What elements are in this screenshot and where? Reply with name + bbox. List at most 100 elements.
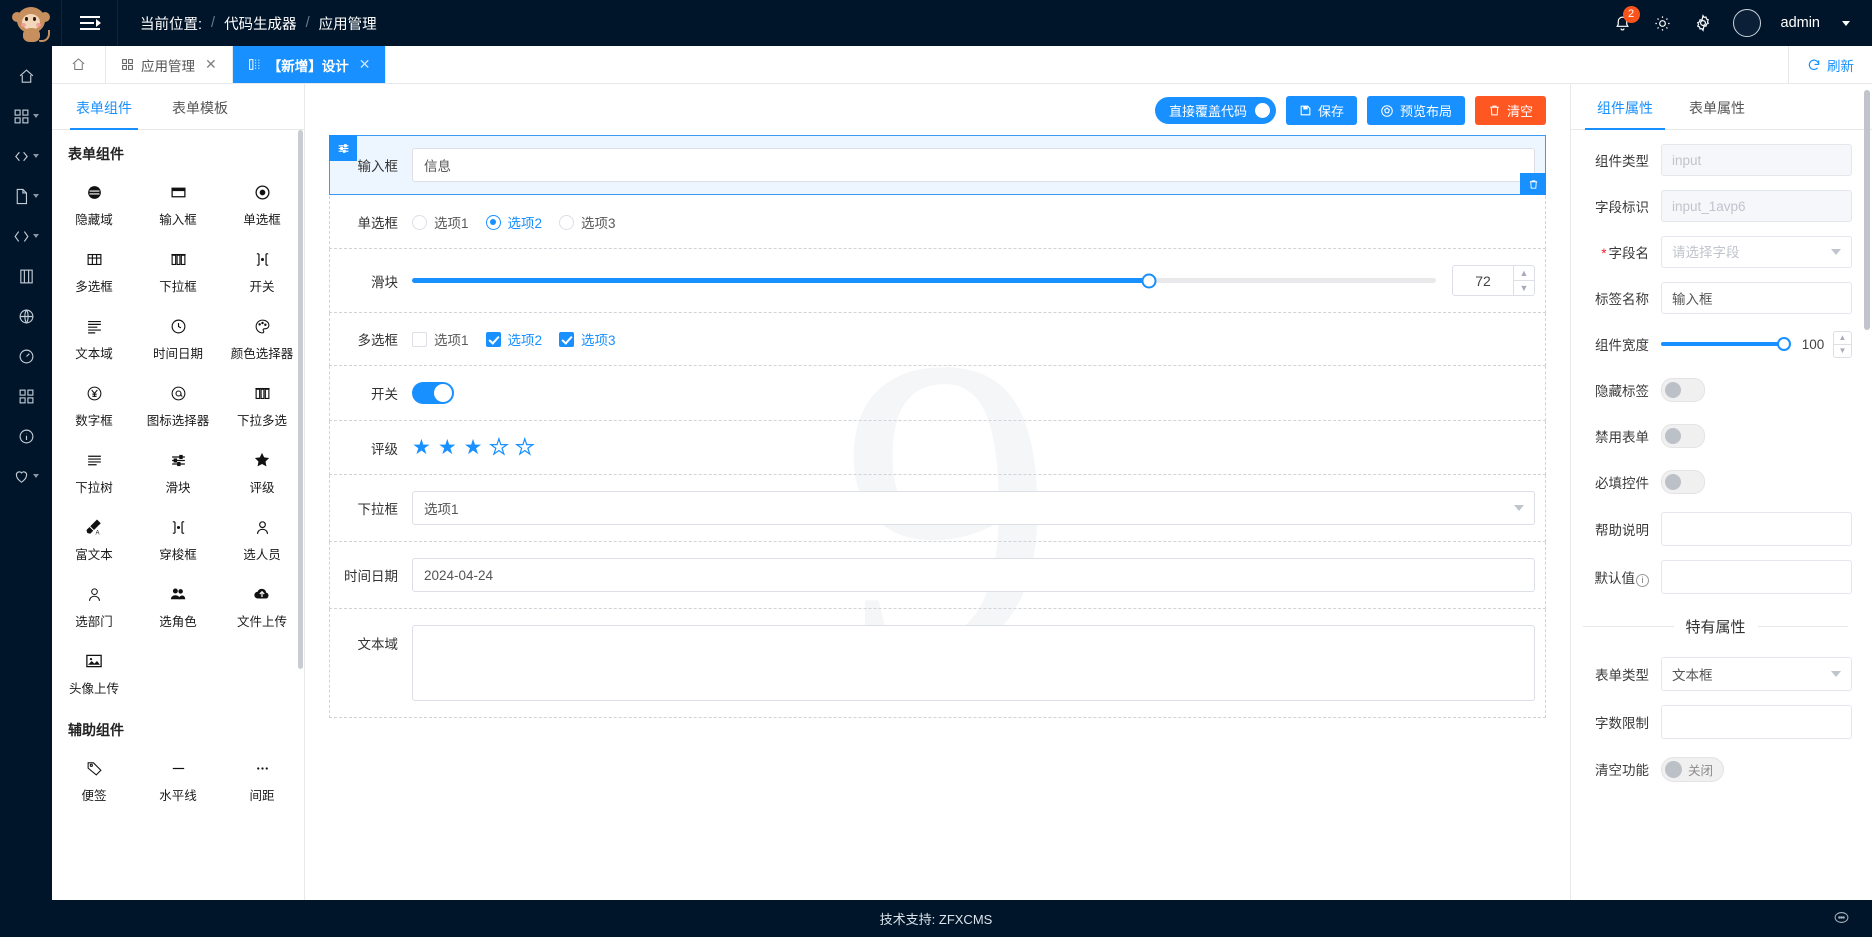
switch-toggle[interactable]: [412, 382, 454, 404]
radio-option-3[interactable]: 选项3: [559, 212, 616, 232]
delete-row-icon[interactable]: [1520, 173, 1546, 195]
refresh-button[interactable]: 刷新: [1788, 46, 1872, 83]
help-text-input[interactable]: [1661, 512, 1852, 546]
chevron-down-icon[interactable]: [1842, 20, 1850, 26]
sidebar-item-globe[interactable]: [0, 296, 52, 336]
width-slider[interactable]: [1661, 337, 1791, 351]
slider-knob[interactable]: [1141, 273, 1157, 288]
palette-item-note[interactable]: 便签: [52, 746, 136, 813]
palette-item-user-picker[interactable]: 选人员: [220, 505, 304, 572]
sidebar-item-dashboard[interactable]: [0, 336, 52, 376]
brightness-icon[interactable]: [1653, 13, 1673, 33]
disable-form-toggle[interactable]: [1661, 424, 1705, 448]
palette-item-datetime[interactable]: 时间日期: [136, 304, 220, 371]
label-name-input[interactable]: [1661, 282, 1852, 314]
tab-app-management[interactable]: 应用管理 ✕: [106, 46, 233, 83]
radio-option-2[interactable]: 选项2: [485, 212, 542, 232]
gear-icon[interactable]: [1693, 13, 1713, 33]
tab-form-components[interactable]: 表单组件: [70, 84, 138, 130]
star-icon[interactable]: ★: [515, 436, 535, 458]
radio-option-1[interactable]: 选项1: [412, 212, 469, 232]
palette-item-radio[interactable]: 单选框: [220, 170, 304, 237]
date-field[interactable]: [412, 558, 1535, 592]
palette-item-textarea[interactable]: 文本域: [52, 304, 136, 371]
sidebar-item-apps[interactable]: [0, 96, 52, 136]
tab-component-properties[interactable]: 组件属性: [1585, 84, 1665, 130]
star-icon[interactable]: ★: [412, 437, 431, 458]
form-row-input[interactable]: 输入框: [329, 135, 1546, 195]
form-row-slider[interactable]: 滑块 72 ▲ ▼: [329, 249, 1546, 313]
slider-stepper[interactable]: ▲ ▼: [1514, 265, 1535, 296]
palette-item-input[interactable]: 输入框: [136, 170, 220, 237]
tab-home-icon[interactable]: [52, 46, 106, 83]
width-value[interactable]: 100: [1793, 331, 1833, 358]
save-button[interactable]: 保存: [1285, 96, 1357, 125]
field-name-select[interactable]: [1661, 236, 1852, 268]
palette-item-multiselect[interactable]: 下拉多选: [220, 371, 304, 438]
menu-fold-icon[interactable]: [62, 0, 118, 46]
bell-icon[interactable]: 2: [1613, 6, 1640, 33]
width-stepper[interactable]: ▲ ▼: [1833, 330, 1852, 358]
star-icon[interactable]: ★: [438, 437, 457, 458]
rate-stars[interactable]: ★ ★ ★ ★ ★: [412, 436, 535, 458]
palette-item-checkbox[interactable]: 多选框: [52, 237, 136, 304]
tab-form-templates[interactable]: 表单模板: [166, 84, 234, 129]
clearable-toggle[interactable]: 关闭: [1661, 756, 1725, 782]
preview-layout-button[interactable]: 预览布局: [1366, 96, 1465, 125]
form-row-radio[interactable]: 单选框 选项1 选项2 选项3: [329, 196, 1546, 249]
palette-item-rate[interactable]: 评级: [220, 438, 304, 505]
slider-value-input[interactable]: 72: [1452, 265, 1514, 296]
form-row-textarea[interactable]: 文本域: [329, 609, 1546, 718]
sidebar-item-file[interactable]: [0, 176, 52, 216]
stepper-up-icon[interactable]: ▲: [1834, 332, 1851, 345]
palette-item-divider[interactable]: 水平线: [136, 746, 220, 813]
tab-close-icon[interactable]: ✕: [205, 56, 217, 73]
palette-item-color-picker[interactable]: 颜色选择器: [220, 304, 304, 371]
sidebar-item-grid[interactable]: [0, 376, 52, 416]
palette-item-icon-picker[interactable]: 图标选择器: [136, 371, 220, 438]
star-icon[interactable]: ★: [464, 437, 483, 458]
tab-new-design[interactable]: 【新增】设计 ✕: [232, 46, 387, 83]
palette-item-transfer[interactable]: 穿梭框: [136, 505, 220, 572]
form-type-select[interactable]: [1661, 657, 1852, 691]
palette-item-avatar-upload[interactable]: 头像上传: [52, 639, 136, 706]
select-field[interactable]: [412, 491, 1535, 525]
palette-item-switch[interactable]: 开关: [220, 237, 304, 304]
stepper-down-icon[interactable]: ▼: [1514, 281, 1534, 295]
palette-item-spacing[interactable]: 间距: [220, 746, 304, 813]
info-icon[interactable]: i: [1636, 573, 1649, 587]
required-toggle[interactable]: [1661, 470, 1705, 494]
stepper-down-icon[interactable]: ▼: [1834, 345, 1851, 357]
breadcrumb-item-0[interactable]: 代码生成器: [224, 13, 297, 34]
chat-icon[interactable]: [1833, 909, 1850, 929]
tab-form-properties[interactable]: 表单属性: [1685, 84, 1749, 129]
default-value-input[interactable]: [1661, 560, 1852, 594]
slider-track[interactable]: [412, 273, 1436, 288]
form-row-rate[interactable]: 评级 ★ ★ ★ ★ ★: [329, 421, 1546, 475]
palette-item-number[interactable]: 数字框: [52, 371, 136, 438]
tab-close-icon[interactable]: ✕: [359, 56, 371, 73]
form-row-checkbox[interactable]: 多选框 选项1 选项2 选项3: [329, 313, 1546, 366]
palette-item-tree-select[interactable]: 下拉树: [52, 438, 136, 505]
palette-item-hidden-field[interactable]: 隐藏域: [52, 170, 136, 237]
drag-handle-icon[interactable]: [329, 135, 357, 161]
properties-scrollbar[interactable]: [1864, 90, 1870, 330]
palette-scrollbar[interactable]: [298, 130, 303, 669]
clear-button[interactable]: 清空: [1474, 96, 1546, 125]
sidebar-item-home[interactable]: [0, 56, 52, 96]
star-icon[interactable]: ★: [489, 436, 509, 458]
form-row-select[interactable]: 下拉框: [329, 475, 1546, 542]
form-row-date[interactable]: 时间日期: [329, 542, 1546, 609]
checkbox-option-1[interactable]: 选项1: [412, 329, 469, 349]
sidebar-item-database[interactable]: [0, 256, 52, 296]
form-row-switch[interactable]: 开关: [329, 366, 1546, 421]
stepper-up-icon[interactable]: ▲: [1514, 266, 1534, 281]
palette-item-role-picker[interactable]: 选角色: [136, 572, 220, 639]
overwrite-code-toggle[interactable]: 直接覆盖代码: [1154, 97, 1276, 124]
avatar[interactable]: [1732, 9, 1761, 37]
sidebar-item-info[interactable]: [0, 416, 52, 456]
sidebar-item-heart[interactable]: [0, 456, 52, 496]
breadcrumb-item-1[interactable]: 应用管理: [319, 13, 377, 34]
char-limit-input[interactable]: [1661, 705, 1852, 739]
palette-item-slider[interactable]: 滑块: [136, 438, 220, 505]
